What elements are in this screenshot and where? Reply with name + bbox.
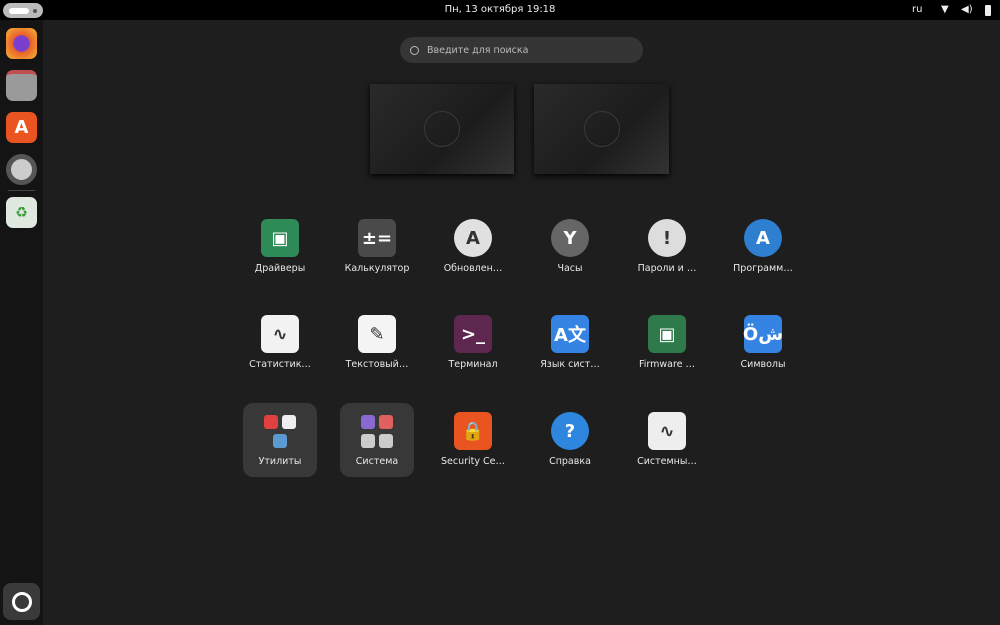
folder-preview-icon [357, 412, 397, 450]
dock-separator [8, 190, 35, 191]
app-icon: ! [648, 219, 686, 257]
mini-app-icon [379, 433, 393, 448]
mini-app-icon [379, 414, 393, 429]
workspace-thumbnail-2[interactable] [534, 84, 669, 174]
mini-app-icon [264, 414, 278, 429]
dock: A ♻ [0, 20, 43, 625]
app-icon: ±= [358, 219, 396, 257]
firefox-icon[interactable] [6, 28, 37, 59]
app-icon-tile[interactable]: ±= Калькулятор [340, 210, 414, 284]
app-icon-tile[interactable]: Öش Символы [726, 306, 800, 380]
show-apps-button[interactable] [3, 583, 40, 620]
app-icon-tile[interactable]: ✎ Текстовый… [340, 306, 414, 380]
app-icon-tile[interactable]: ! Пароли и … [630, 210, 704, 284]
app-label: Часы [557, 263, 583, 274]
app-icon-tile[interactable]: A Обновлен… [436, 210, 510, 284]
search-placeholder: Введите для поиска [427, 44, 529, 56]
app-icon-tile[interactable]: ∿ Статистик… [243, 306, 317, 380]
app-icon: A [454, 219, 492, 257]
app-label: Текстовый… [345, 359, 409, 370]
app-icon: ▣ [261, 219, 299, 257]
top-bar: Пн, 13 октября 19:18 ru ▼ ◀) [0, 0, 1000, 20]
app-icon-tile[interactable]: ∿ Системны… [630, 403, 704, 477]
ubuntu-logo-icon [11, 591, 32, 612]
app-center-icon[interactable]: A [6, 112, 37, 143]
app-label: Обновлен… [443, 263, 503, 274]
app-icon-tile[interactable]: ▣ Драйверы [243, 210, 317, 284]
app-label: Символы [740, 359, 786, 370]
app-icon: ∿ [648, 412, 686, 450]
app-icon: >_ [454, 315, 492, 353]
app-icon: ✎ [358, 315, 396, 353]
app-icon: A [744, 219, 782, 257]
app-label: Система [355, 456, 399, 467]
app-label: Калькулятор [344, 263, 410, 274]
app-icon-tile[interactable]: 🔒 Security Ce… [436, 403, 510, 477]
app-label: Терминал [448, 359, 498, 370]
app-label: Системны… [637, 456, 697, 467]
app-folder[interactable]: Утилиты [243, 403, 317, 477]
keyboard-layout-indicator[interactable]: ru [912, 4, 922, 15]
app-label: Security Ce… [440, 456, 505, 467]
app-icon: ▣ [648, 315, 686, 353]
clock[interactable]: Пн, 13 октября 19:18 [0, 4, 1000, 15]
volume-icon[interactable]: ◀) [961, 4, 973, 15]
app-icon: A文 [551, 315, 589, 353]
app-icon-tile[interactable]: ? Справка [533, 403, 607, 477]
app-label: Справка [549, 456, 591, 467]
app-icon: ∿ [261, 315, 299, 353]
app-icon-tile[interactable]: A Программ… [726, 210, 800, 284]
search-input[interactable]: Введите для поиска [400, 37, 643, 63]
mini-app-icon [361, 433, 375, 448]
search-icon [410, 45, 419, 55]
workspace-thumbnail-1[interactable] [370, 84, 514, 174]
app-label: Firmware … [638, 359, 696, 370]
app-folder[interactable]: Система [340, 403, 414, 477]
gear-icon[interactable] [6, 154, 37, 185]
app-icon-tile[interactable]: Y Часы [533, 210, 607, 284]
mini-app-icon [282, 414, 296, 429]
wifi-icon[interactable]: ▼ [941, 4, 949, 15]
app-icon: ? [551, 412, 589, 450]
folder-icon[interactable] [6, 70, 37, 101]
folder-preview-icon [260, 412, 300, 450]
app-icon-tile[interactable]: A文 Язык сист… [533, 306, 607, 380]
app-icon-tile[interactable]: ▣ Firmware … [630, 306, 704, 380]
app-icon-tile[interactable]: >_ Терминал [436, 306, 510, 380]
battery-icon[interactable] [985, 5, 991, 16]
app-label: Язык сист… [540, 359, 600, 370]
mini-app-icon [361, 414, 375, 429]
mini-app-icon [273, 433, 287, 448]
app-label: Пароли и … [637, 263, 697, 274]
app-label: Утилиты [258, 456, 302, 467]
app-icon: Y [551, 219, 589, 257]
app-icon: Öش [743, 315, 783, 353]
trash-icon[interactable]: ♻ [6, 197, 37, 228]
app-label: Драйверы [254, 263, 306, 274]
app-icon: 🔒 [454, 412, 492, 450]
app-label: Программ… [733, 263, 793, 274]
app-label: Статистик… [249, 359, 311, 370]
